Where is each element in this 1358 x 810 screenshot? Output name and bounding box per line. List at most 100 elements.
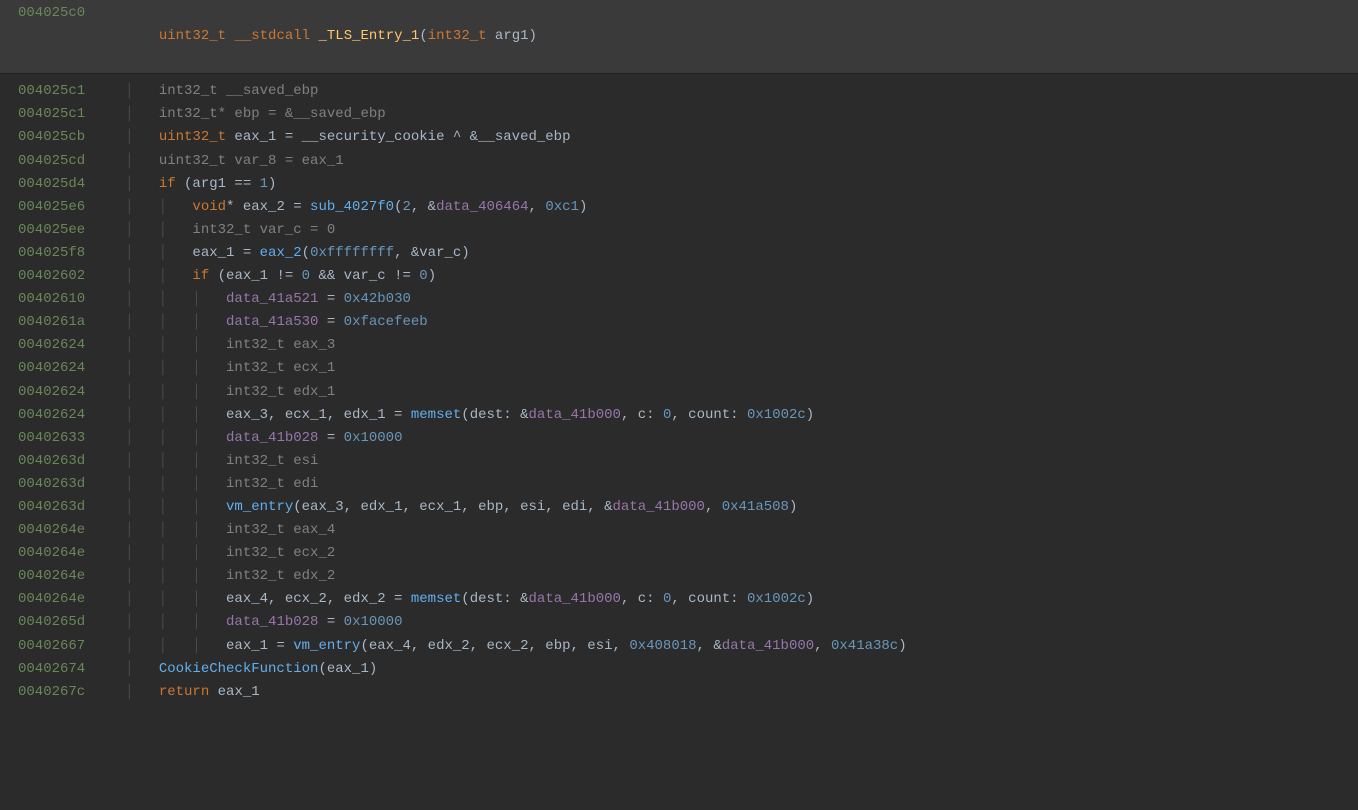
code-token: (eax_1) xyxy=(318,661,377,677)
code-line[interactable]: 00402633 │ │ │ data_41b028 = 0x10000 xyxy=(0,427,1358,450)
arg-type: int32_t xyxy=(428,28,487,44)
code-line[interactable]: 0040264e │ │ │ int32_t edx_2 xyxy=(0,565,1358,588)
code-content: int32_t ecx_2 xyxy=(226,542,1358,565)
code-content: eax_3, ecx_1, edx_1 = memset(dest: &data… xyxy=(226,404,1358,427)
code-line[interactable]: 00402610 │ │ │ data_41a521 = 0x42b030 xyxy=(0,288,1358,311)
indent-guides: │ │ │ xyxy=(100,381,226,404)
code-line[interactable]: 004025f8 │ │ eax_1 = eax_2(0xffffffff, &… xyxy=(0,242,1358,265)
code-token: ) xyxy=(806,407,814,423)
code-line[interactable]: 00402624 │ │ │ int32_t edx_1 xyxy=(0,381,1358,404)
signature-content: uint32_t __stdcall _TLS_Entry_1(int32_t … xyxy=(125,2,1358,71)
function-name[interactable]: _TLS_Entry_1 xyxy=(318,28,419,44)
code-token: int32_t eax_4 xyxy=(226,522,335,538)
code-token: eax_3, ecx_1, edx_1 = xyxy=(226,407,411,423)
address-label: 00402624 xyxy=(0,334,100,357)
code-line[interactable]: 004025c1 │ int32_t __saved_ebp xyxy=(0,80,1358,103)
code-token: (eax_1 != xyxy=(209,268,301,284)
code-token: CookieCheckFunction xyxy=(159,661,319,677)
address-label: 0040264e xyxy=(0,588,100,611)
code-token: data_41b028 xyxy=(226,614,318,630)
code-line[interactable]: 004025c1 │ int32_t* ebp = &__saved_ebp xyxy=(0,103,1358,126)
code-content: if (arg1 == 1) xyxy=(159,173,1358,196)
code-content: int32_t edi xyxy=(226,473,1358,496)
code-token: 0 xyxy=(302,268,310,284)
code-token: eax_1 = xyxy=(192,245,259,261)
code-content: return eax_1 xyxy=(159,681,1358,704)
code-token: data_41a521 xyxy=(226,291,318,307)
indent-guides: │ │ xyxy=(100,219,192,242)
code-token: void xyxy=(192,199,226,215)
code-token: ) xyxy=(268,176,276,192)
code-content: eax_4, ecx_2, edx_2 = memset(dest: &data… xyxy=(226,588,1358,611)
indent-guides: │ │ │ xyxy=(100,588,226,611)
code-line[interactable]: 0040264e │ │ │ int32_t eax_4 xyxy=(0,519,1358,542)
code-line[interactable]: 0040265d │ │ │ data_41b028 = 0x10000 xyxy=(0,611,1358,634)
address-label: 0040261a xyxy=(0,311,100,334)
indent-guides: │ │ │ xyxy=(100,450,226,473)
code-line[interactable]: 0040263d │ │ │ int32_t esi xyxy=(0,450,1358,473)
code-token: data_41a530 xyxy=(226,314,318,330)
code-token: , xyxy=(814,638,831,654)
indent-guides: │ │ │ xyxy=(100,611,226,634)
code-token: ( xyxy=(302,245,310,261)
code-token: data_41b000 xyxy=(529,591,621,607)
code-token: 0x42b030 xyxy=(344,291,411,307)
code-token: , & xyxy=(697,638,722,654)
code-line[interactable]: 0040263d │ │ │ vm_entry(eax_3, edx_1, ec… xyxy=(0,496,1358,519)
code-token: return xyxy=(159,684,209,700)
code-token: ) xyxy=(806,591,814,607)
code-line[interactable]: 00402624 │ │ │ int32_t ecx_1 xyxy=(0,357,1358,380)
code-content: int32_t* ebp = &__saved_ebp xyxy=(159,103,1358,126)
indent-guides: │ │ │ xyxy=(100,288,226,311)
code-line[interactable]: 0040264e │ │ │ int32_t ecx_2 xyxy=(0,542,1358,565)
code-token: ) xyxy=(428,268,436,284)
address-label: 0040263d xyxy=(0,496,100,519)
code-line[interactable]: 00402674 │ CookieCheckFunction(eax_1) xyxy=(0,658,1358,681)
code-token: 0x41a508 xyxy=(722,499,789,515)
code-line[interactable]: 00402602 │ │ if (eax_1 != 0 && var_c != … xyxy=(0,265,1358,288)
indent-guides: │ │ │ xyxy=(100,334,226,357)
code-line[interactable]: 004025e6 │ │ void* eax_2 = sub_4027f0(2,… xyxy=(0,196,1358,219)
code-content: int32_t esi xyxy=(226,450,1358,473)
code-token: int32_t edi xyxy=(226,476,318,492)
function-signature-row[interactable]: 004025c0 uint32_t __stdcall _TLS_Entry_1… xyxy=(0,0,1358,74)
code-line[interactable]: 0040261a │ │ │ data_41a530 = 0xfacefeeb xyxy=(0,311,1358,334)
indent-guides: │ xyxy=(100,150,159,173)
code-token: = xyxy=(318,614,343,630)
code-line[interactable]: 0040264e │ │ │ eax_4, ecx_2, edx_2 = mem… xyxy=(0,588,1358,611)
code-content: void* eax_2 = sub_4027f0(2, &data_406464… xyxy=(192,196,1358,219)
code-line[interactable]: 0040263d │ │ │ int32_t edi xyxy=(0,473,1358,496)
code-line[interactable]: 004025ee │ │ int32_t var_c = 0 xyxy=(0,219,1358,242)
code-content: data_41b028 = 0x10000 xyxy=(226,611,1358,634)
address-label: 004025d4 xyxy=(0,173,100,196)
code-line[interactable]: 00402624 │ │ │ int32_t eax_3 xyxy=(0,334,1358,357)
address-label: 00402633 xyxy=(0,427,100,450)
indent-guides: │ │ │ xyxy=(100,635,226,658)
code-content: data_41a530 = 0xfacefeeb xyxy=(226,311,1358,334)
code-token: if xyxy=(159,176,176,192)
code-token: , xyxy=(529,199,546,215)
indent-guides: │ │ │ xyxy=(100,519,226,542)
code-token: , xyxy=(705,499,722,515)
code-line[interactable]: 00402624 │ │ │ eax_3, ecx_1, edx_1 = mem… xyxy=(0,404,1358,427)
code-line[interactable]: 00402667 │ │ │ eax_1 = vm_entry(eax_4, e… xyxy=(0,635,1358,658)
code-line[interactable]: 004025cb │ uint32_t eax_1 = __security_c… xyxy=(0,126,1358,149)
code-token: 0xc1 xyxy=(545,199,579,215)
decompiler-listing[interactable]: 004025c1 │ int32_t __saved_ebp004025c1 │… xyxy=(0,74,1358,704)
code-line[interactable]: 0040267c │ return eax_1 xyxy=(0,681,1358,704)
indent-guides: │ xyxy=(100,103,159,126)
code-content: vm_entry(eax_3, edx_1, ecx_1, ebp, esi, … xyxy=(226,496,1358,519)
code-line[interactable]: 004025d4 │ if (arg1 == 1) xyxy=(0,173,1358,196)
address-label: 004025e6 xyxy=(0,196,100,219)
code-line[interactable]: 004025cd │ uint32_t var_8 = eax_1 xyxy=(0,150,1358,173)
address-label: 004025cd xyxy=(0,150,100,173)
code-content: int32_t eax_4 xyxy=(226,519,1358,542)
address-label: 004025cb xyxy=(0,126,100,149)
code-token: = xyxy=(318,430,343,446)
code-token: (eax_3, edx_1, ecx_1, ebp, esi, edi, & xyxy=(293,499,612,515)
code-content: eax_1 = vm_entry(eax_4, edx_2, ecx_2, eb… xyxy=(226,635,1358,658)
code-token: 0xfacefeeb xyxy=(344,314,428,330)
indent-guides: │ │ │ xyxy=(100,542,226,565)
code-content: int32_t __saved_ebp xyxy=(159,80,1358,103)
code-content: CookieCheckFunction(eax_1) xyxy=(159,658,1358,681)
